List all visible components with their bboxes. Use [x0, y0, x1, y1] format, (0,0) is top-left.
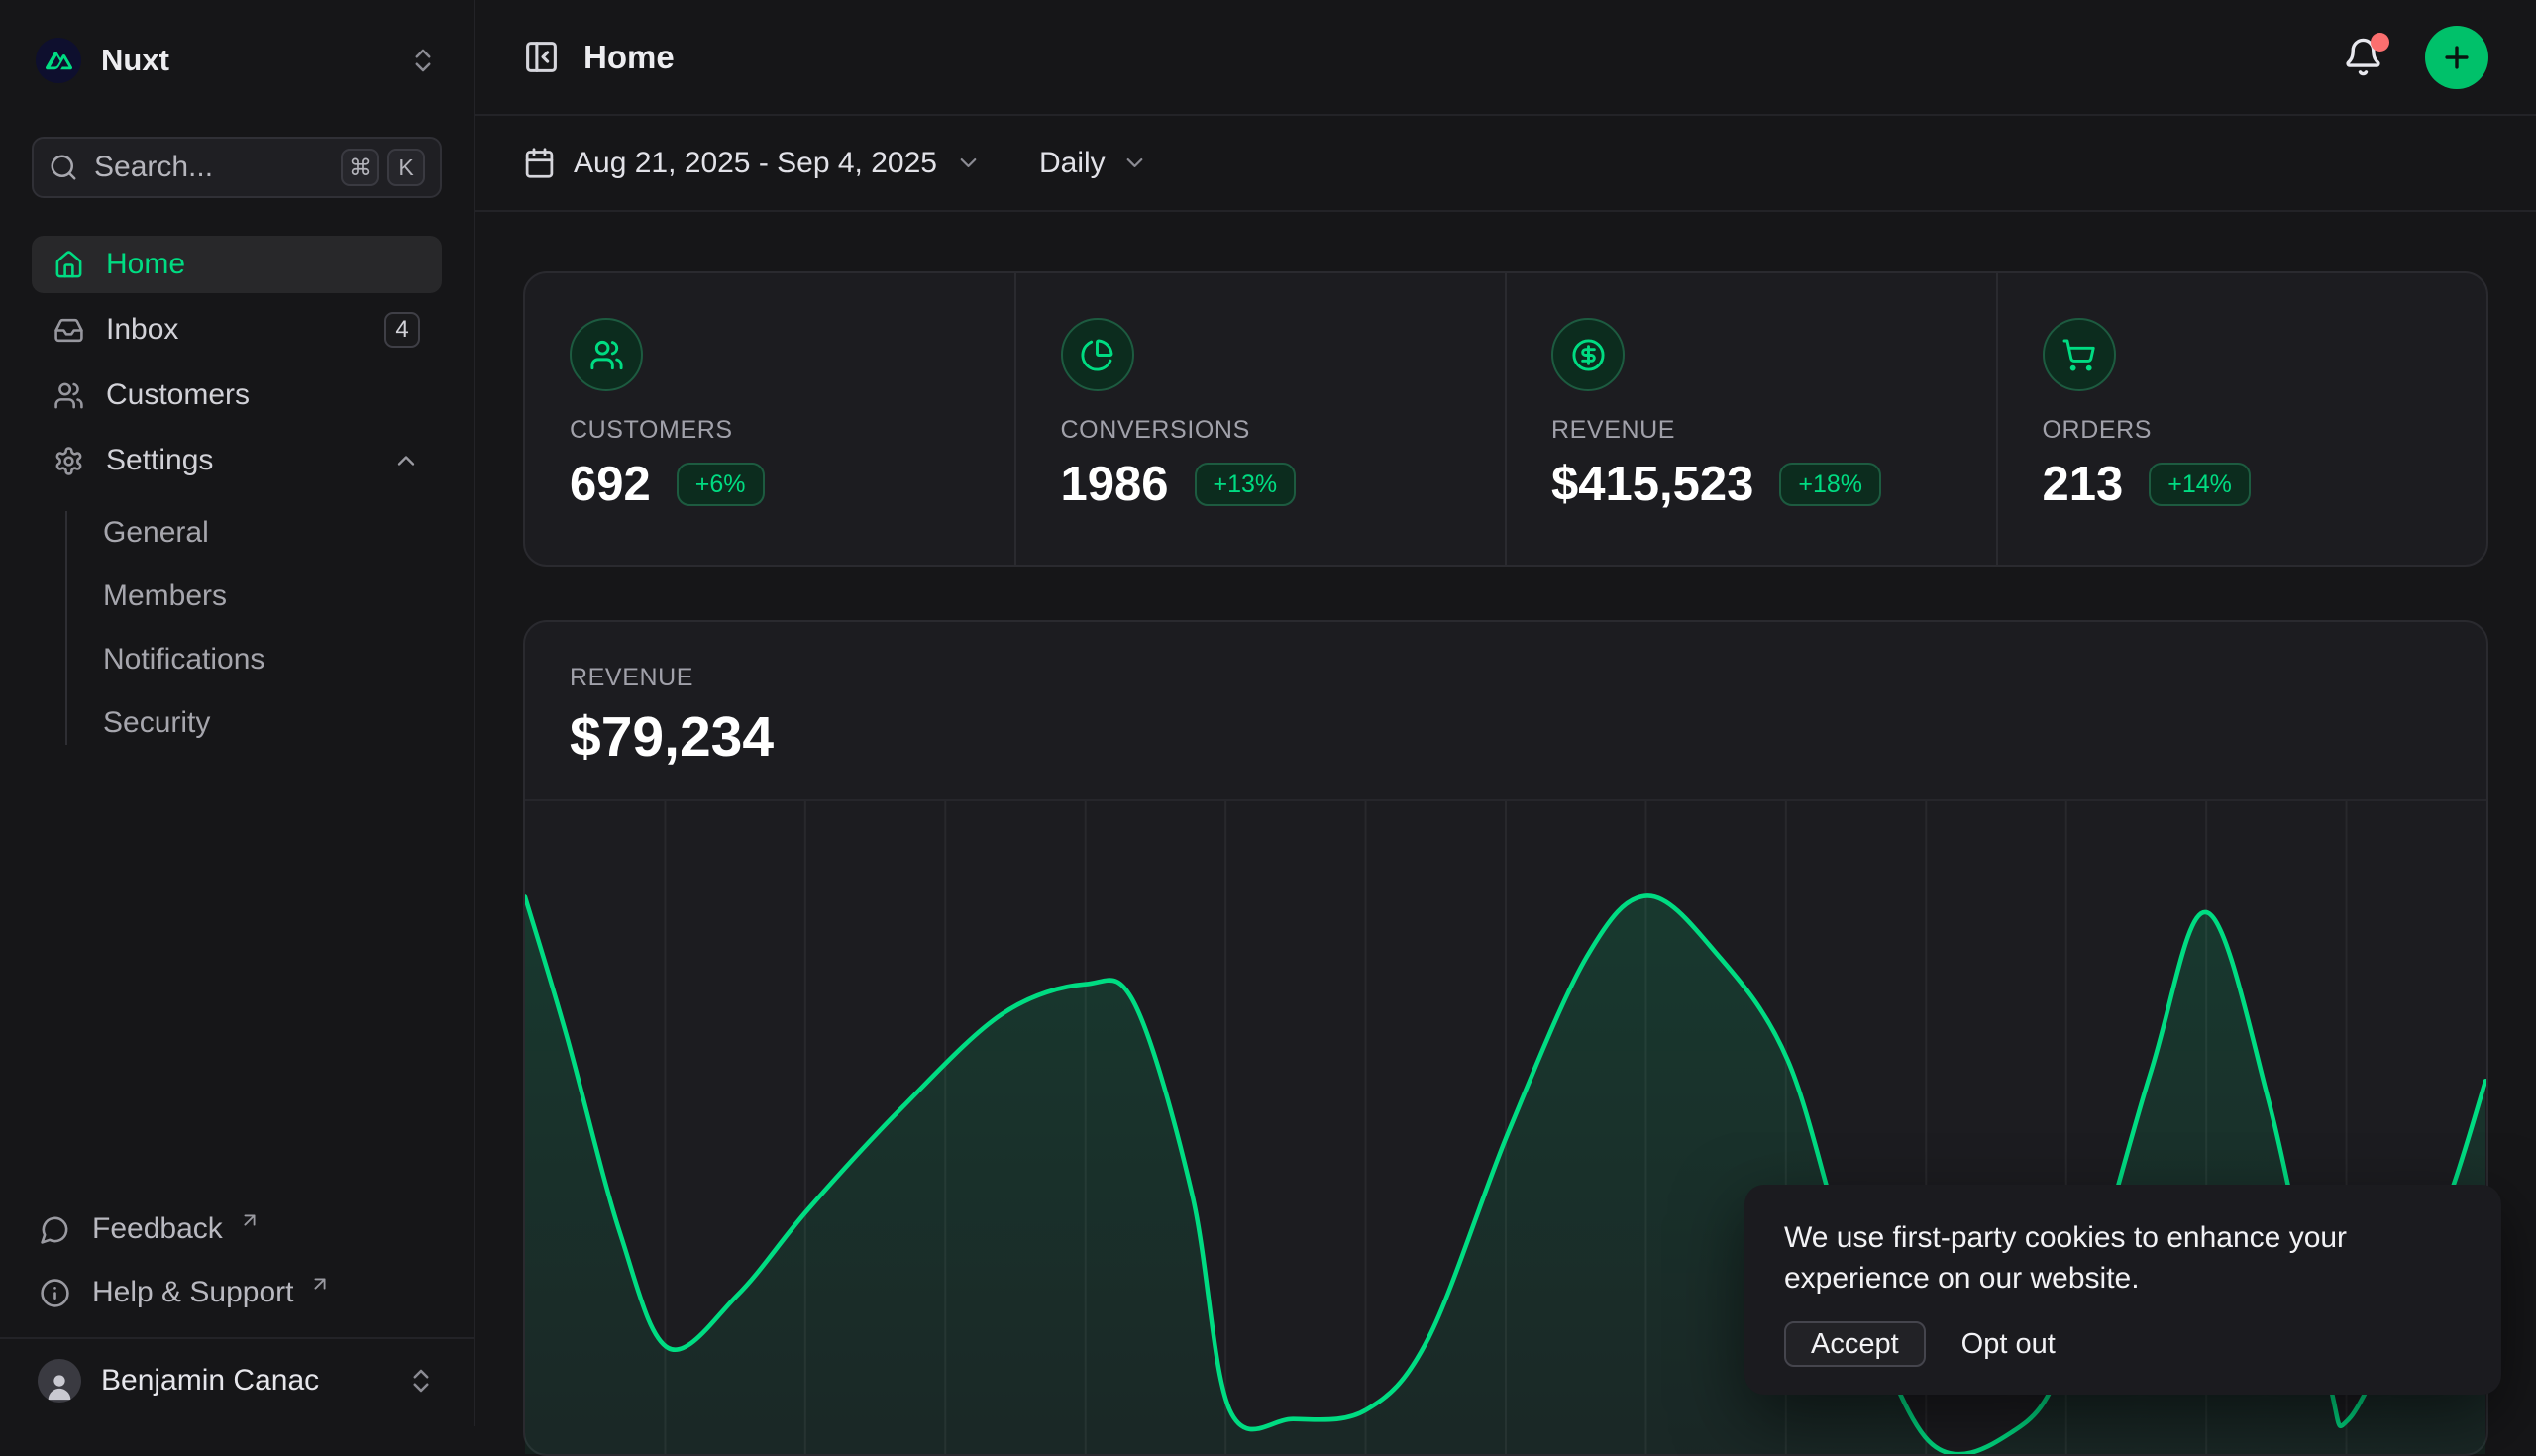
stat-delta-badge: +18% [1779, 463, 1881, 506]
avatar [38, 1359, 81, 1403]
stat-revenue[interactable]: REVENUE $415,523 +18% [1505, 273, 1996, 565]
date-range-value: Aug 21, 2025 - Sep 4, 2025 [574, 147, 937, 180]
opt-out-button[interactable]: Opt out [1961, 1328, 2056, 1361]
help-support-link[interactable]: Help & Support [32, 1264, 442, 1321]
sidebar-item-label: Settings [106, 444, 213, 477]
stat-label: CUSTOMERS [570, 416, 1014, 445]
external-link-icon [239, 1209, 261, 1231]
stat-label: CONVERSIONS [1061, 416, 1506, 445]
date-range-picker[interactable]: Aug 21, 2025 - Sep 4, 2025 [523, 147, 982, 180]
page-header: Home [476, 0, 2536, 116]
sidebar-item-security[interactable]: Security [103, 695, 442, 751]
search-icon [49, 153, 78, 182]
unread-dot [2371, 33, 2389, 52]
calendar-icon [523, 147, 556, 179]
sidebar-item-general[interactable]: General [103, 505, 442, 561]
sidebar-item-members[interactable]: Members [103, 569, 442, 624]
stat-delta-badge: +6% [677, 463, 765, 506]
stat-value: $415,523 [1551, 457, 1753, 512]
inbox-count-badge: 4 [384, 312, 420, 348]
users-icon [570, 318, 643, 391]
stat-value: 692 [570, 457, 651, 512]
stat-delta-badge: +13% [1195, 463, 1297, 506]
sidebar-item-notifications[interactable]: Notifications [103, 632, 442, 687]
notifications-button[interactable] [2343, 37, 2383, 77]
sidebar-item-label: Inbox [106, 313, 178, 347]
add-button[interactable] [2425, 26, 2488, 89]
revenue-chart-label: REVENUE [570, 664, 2442, 692]
stat-delta-badge: +14% [2149, 463, 2251, 506]
chevrons-up-down-icon [406, 1366, 436, 1396]
sidebar-item-home[interactable]: Home [32, 236, 442, 293]
accept-button[interactable]: Accept [1784, 1321, 1926, 1367]
chevron-down-icon [955, 150, 982, 176]
settings-children: General Members Notifications Security [32, 505, 442, 751]
sidebar-item-label: Home [106, 248, 185, 281]
revenue-chart-value: $79,234 [570, 704, 2442, 770]
stat-label: ORDERS [2043, 416, 2487, 445]
message-circle-icon [40, 1214, 70, 1245]
stat-orders[interactable]: ORDERS 213 +14% [1996, 273, 2487, 565]
granularity-value: Daily [1039, 147, 1106, 180]
cookie-message-line1: We use first-party cookies to enhance yo… [1784, 1217, 2462, 1258]
kbd-k: K [387, 149, 425, 186]
inbox-icon [53, 315, 84, 346]
info-icon [40, 1278, 70, 1308]
circle-dollar-icon [1551, 318, 1625, 391]
stat-value: 213 [2043, 457, 2124, 512]
sidebar: Nuxt Search... ⌘ K Home Inbox 4 [0, 0, 476, 1426]
footer-item-label: Help & Support [92, 1276, 293, 1309]
stat-conversions[interactable]: CONVERSIONS 1986 +13% [1014, 273, 1506, 565]
search-input[interactable]: Search... ⌘ K [32, 137, 442, 198]
page-title: Home [583, 39, 675, 76]
stat-customers[interactable]: CUSTOMERS 692 +6% [525, 273, 1014, 565]
nuxt-logo-icon [36, 38, 81, 83]
pie-chart-icon [1061, 318, 1134, 391]
home-icon [53, 250, 84, 280]
sidebar-item-inbox[interactable]: Inbox 4 [32, 301, 442, 359]
sidebar-item-label: Customers [106, 378, 250, 412]
search-placeholder: Search... [94, 151, 213, 184]
chevron-down-icon [1121, 150, 1148, 176]
workspace-name: Nuxt [101, 43, 169, 78]
user-name: Benjamin Canac [101, 1364, 319, 1398]
stat-label: REVENUE [1551, 416, 1996, 445]
stats-card: CUSTOMERS 692 +6% CONVERSIONS 1986 +13% … [523, 271, 2488, 567]
users-icon [53, 380, 84, 411]
stat-value: 1986 [1061, 457, 1169, 512]
cookie-banner: We use first-party cookies to enhance yo… [1744, 1185, 2501, 1395]
sidebar-footer: Feedback Help & Support [32, 1200, 442, 1321]
filters-toolbar: Aug 21, 2025 - Sep 4, 2025 Daily [476, 116, 2536, 212]
kbd-cmd: ⌘ [341, 149, 379, 186]
user-menu[interactable]: Benjamin Canac [32, 1339, 442, 1426]
granularity-select[interactable]: Daily [1039, 147, 1148, 180]
workspace-switcher[interactable]: Nuxt [32, 38, 442, 83]
feedback-link[interactable]: Feedback [32, 1200, 442, 1258]
cookie-message-line2: experience on our website. [1784, 1258, 2462, 1299]
shopping-cart-icon [2043, 318, 2116, 391]
sidebar-item-settings[interactable]: Settings [32, 432, 442, 489]
footer-item-label: Feedback [92, 1212, 223, 1246]
external-link-icon [309, 1273, 331, 1295]
sidebar-collapse-icon[interactable] [523, 39, 560, 75]
chevron-up-icon [392, 447, 420, 474]
chevrons-up-down-icon [408, 46, 438, 75]
sidebar-nav: Home Inbox 4 Customers Settings Genera [32, 236, 442, 751]
gear-icon [53, 446, 84, 476]
sidebar-item-customers[interactable]: Customers [32, 366, 442, 424]
